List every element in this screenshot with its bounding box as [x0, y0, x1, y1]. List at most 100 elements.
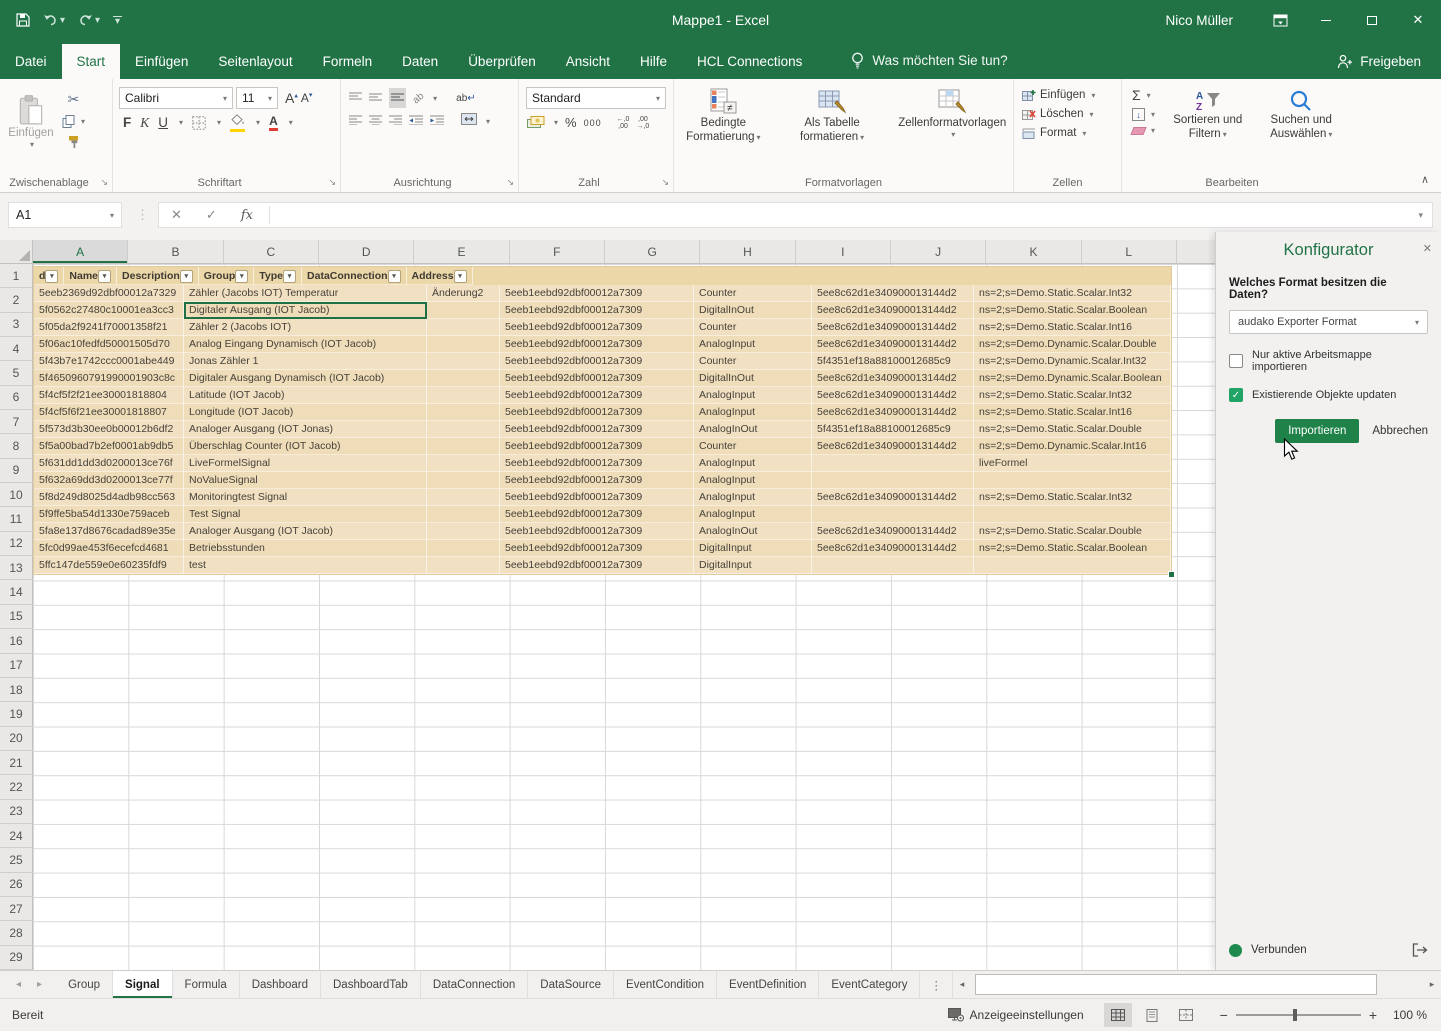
close-button[interactable]: ✕ — [1395, 0, 1441, 40]
name-box[interactable]: A1 ▾ — [8, 202, 122, 228]
cell-id[interactable]: 5fa8e137d8676cadad89e35e — [34, 523, 184, 540]
row-header[interactable]: 3 — [0, 313, 33, 337]
scroll-right-icon[interactable]: ▸ — [1423, 979, 1441, 990]
column-header[interactable]: D — [319, 240, 414, 263]
zoom-level[interactable]: 100 % — [1383, 1008, 1427, 1022]
import-button[interactable]: Importieren — [1275, 419, 1359, 443]
cell-type[interactable]: AnalogInput — [694, 489, 812, 506]
cell-description[interactable] — [427, 421, 500, 438]
undo-caret-icon[interactable]: ▾ — [60, 15, 65, 26]
sheet-tab[interactable]: Signal — [113, 971, 173, 998]
cell-description[interactable] — [427, 455, 500, 472]
row-header[interactable]: 10 — [0, 483, 33, 507]
cell-id[interactable]: 5f573d3b30ee0b00012b6df2 — [34, 421, 184, 438]
cell-name[interactable]: test — [184, 557, 427, 574]
cell-type[interactable]: Counter — [694, 353, 812, 370]
select-all-corner[interactable] — [0, 240, 33, 264]
row-header[interactable]: 11 — [0, 507, 33, 531]
cell-description[interactable] — [427, 370, 500, 387]
cell-id[interactable]: 5f632a69dd3d0200013ce77f — [34, 472, 184, 489]
bold-button[interactable]: F — [123, 115, 131, 130]
cell-group[interactable]: 5eeb1eebd92dbf00012a7309 — [500, 557, 694, 574]
account-user-name[interactable]: Nico Müller — [1165, 13, 1233, 28]
column-header[interactable]: J — [891, 240, 986, 263]
cell-description[interactable] — [427, 438, 500, 455]
zoom-slider-track[interactable] — [1236, 1014, 1361, 1016]
sheet-tab[interactable]: DashboardTab — [321, 971, 421, 998]
next-sheet-icon[interactable]: ▸ — [37, 979, 42, 990]
zoom-slider-thumb[interactable] — [1293, 1009, 1297, 1021]
cell-description[interactable]: Änderung2 — [427, 285, 500, 302]
currency-icon[interactable] — [527, 116, 545, 129]
cell-description[interactable] — [427, 387, 500, 404]
cell-dataconnection[interactable]: 5ee8c62d1e340900013144d2 — [812, 438, 974, 455]
cell-dataconnection[interactable]: 5ee8c62d1e340900013144d2 — [812, 370, 974, 387]
cell-address[interactable]: ns=2;s=Demo.Static.Scalar.Int32 — [974, 489, 1171, 506]
ribbon-tab[interactable]: Ansicht — [551, 44, 625, 79]
insert-function-icon[interactable]: fx — [229, 208, 265, 223]
cell-group[interactable]: 5eeb1eebd92dbf00012a7309 — [500, 489, 694, 506]
cell-type[interactable]: Counter — [694, 438, 812, 455]
cell-type[interactable]: AnalogInput — [694, 472, 812, 489]
scrollbar-thumb[interactable] — [975, 974, 1377, 995]
cell-group[interactable]: 5eeb1eebd92dbf00012a7309 — [500, 523, 694, 540]
cell-type[interactable]: Counter — [694, 285, 812, 302]
pane-close-icon[interactable]: ✕ — [1423, 242, 1432, 255]
row-header[interactable]: 26 — [0, 873, 33, 897]
cell-type[interactable]: AnalogInput — [694, 506, 812, 523]
row-header[interactable]: 18 — [0, 678, 33, 702]
cell-name[interactable]: Longitude (IOT Jacob) — [184, 404, 427, 421]
filter-dropdown-icon[interactable]: ▾ — [45, 270, 58, 283]
cell-dataconnection[interactable]: 5ee8c62d1e340900013144d2 — [812, 523, 974, 540]
cell-id[interactable]: 5f4650960791990001903c8c — [34, 370, 184, 387]
cell-id[interactable]: 5f8d249d8025d4adb98cc563 — [34, 489, 184, 506]
cell-id[interactable]: 5f43b7e1742ccc0001abe449 — [34, 353, 184, 370]
format-cells-button[interactable]: Format▾ — [1022, 127, 1121, 139]
cell-dataconnection[interactable]: 5ee8c62d1e340900013144d2 — [812, 336, 974, 353]
decrease-indent-icon[interactable] — [409, 112, 423, 130]
ribbon-tab[interactable]: Datei — [0, 44, 62, 79]
ribbon-tab[interactable]: Hilfe — [625, 44, 682, 79]
sheet-tab[interactable]: Formula — [173, 971, 240, 998]
filter-dropdown-icon[interactable]: ▾ — [235, 270, 248, 283]
cell-name[interactable]: Überschlag Counter (IOT Jacob) — [184, 438, 427, 455]
font-name-select[interactable]: Calibri▾ — [119, 87, 233, 109]
minimize-button[interactable] — [1303, 0, 1349, 40]
row-header[interactable]: 12 — [0, 532, 33, 556]
copy-button[interactable]: ▾ — [62, 115, 85, 128]
column-header[interactable]: G — [605, 240, 700, 263]
cell-id[interactable]: 5f4cf5f2f21ee30001818804 — [34, 387, 184, 404]
clear-button[interactable]: ▾ — [1132, 126, 1155, 135]
cell-group[interactable]: 5eeb1eebd92dbf00012a7309 — [500, 455, 694, 472]
column-header[interactable]: I — [796, 240, 891, 263]
ribbon-tab[interactable]: Start — [62, 44, 121, 79]
sheet-tab[interactable]: DataConnection — [421, 971, 528, 998]
wrap-text-icon[interactable]: ab↵ — [456, 93, 476, 104]
cell-group[interactable]: 5eeb1eebd92dbf00012a7309 — [500, 421, 694, 438]
cell-name[interactable]: Analoger Ausgang (IOT Jonas) — [184, 421, 427, 438]
ribbon-display-options-icon[interactable] — [1257, 0, 1303, 40]
logout-icon[interactable] — [1412, 943, 1428, 957]
row-header[interactable]: 25 — [0, 848, 33, 872]
shrink-font-button[interactable]: A▾ — [301, 91, 313, 105]
ribbon-tab[interactable]: Einfügen — [120, 44, 203, 79]
font-dialog-launcher[interactable]: ↘ — [328, 177, 336, 188]
align-top-icon[interactable] — [349, 89, 362, 107]
fill-color-icon[interactable] — [230, 114, 245, 132]
cell-type[interactable]: DigitalInput — [694, 557, 812, 574]
page-break-view-button[interactable] — [1172, 1003, 1200, 1027]
cell-name[interactable]: Zähler (Jacobs IOT) Temperatur — [184, 285, 427, 302]
autosum-button[interactable]: Σ▾ — [1132, 87, 1155, 103]
cell-dataconnection[interactable] — [812, 472, 974, 489]
increase-decimal-icon[interactable]: ←,0,00 — [617, 116, 630, 130]
ribbon-tab[interactable]: Seitenlayout — [203, 44, 307, 79]
align-bottom-icon[interactable] — [389, 88, 406, 108]
cell-id[interactable]: 5f0562c27480c10001ea3cc3 — [34, 302, 184, 319]
cell-type[interactable]: DigitalInOut — [694, 370, 812, 387]
cell-type[interactable]: Counter — [694, 319, 812, 336]
cell-address[interactable]: ns=2;s=Demo.Dynamic.Scalar.Int16 — [974, 438, 1171, 455]
cell-group[interactable]: 5eeb1eebd92dbf00012a7309 — [500, 302, 694, 319]
formula-bar-splitter[interactable]: ⋮ — [136, 207, 149, 223]
cell-dataconnection[interactable]: 5ee8c62d1e340900013144d2 — [812, 302, 974, 319]
option-update-objects[interactable]: ✓ Existierende Objekte updaten — [1229, 388, 1428, 402]
